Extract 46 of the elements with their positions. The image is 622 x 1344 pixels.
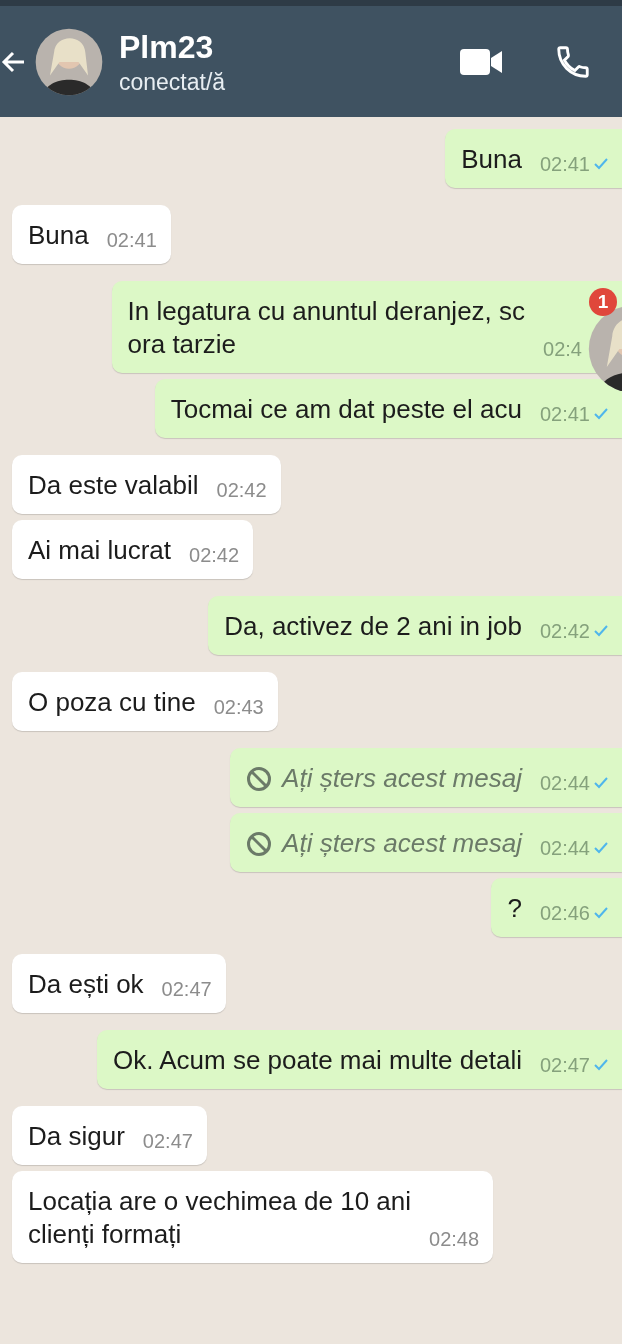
message-text: Locația are o vechimea de 10 ani clienți formați	[28, 1185, 412, 1251]
received-message-bubble[interactable]: Da este valabil 02:42	[12, 455, 281, 514]
sent-message-bubble[interactable]: Tocmai ce am dat peste el acu 02:41	[154, 379, 622, 438]
message-time: 02:44	[539, 836, 590, 860]
message-time: 02:41	[106, 228, 157, 252]
message-text: Buna	[28, 219, 89, 252]
sent-message-bubble[interactable]: Buna 02:41	[445, 129, 622, 188]
message-time: 02:47	[142, 1129, 193, 1153]
received-message-bubble[interactable]: Da sigur 02:47	[12, 1106, 207, 1165]
sent-message-bubble[interactable]: ? 02:46	[491, 878, 622, 937]
message-text: Ok. Acum se poate mai multe detali	[112, 1044, 522, 1077]
message-time: 02:41	[539, 402, 590, 426]
message-time: 02:48	[429, 1227, 480, 1251]
message-text: Buna	[461, 143, 522, 176]
message-text: Da ești ok	[28, 968, 144, 1001]
message-time: 02:42	[216, 478, 267, 502]
received-message-bubble[interactable]: Ai mai lucrat 02:42	[12, 520, 254, 579]
sent-message-bubble[interactable]: Ați șters acest mesaj 02:44	[230, 813, 622, 872]
received-message-bubble[interactable]: Da ești ok 02:47	[12, 954, 226, 1013]
message-text: Da sigur	[28, 1120, 125, 1153]
message-text: Ai mai lucrat	[28, 534, 172, 567]
message-text: ?	[507, 892, 522, 925]
message-time: 02:42	[539, 619, 590, 643]
message-text: O poza cu tine	[28, 686, 196, 719]
message-text: Tocmai ce am dat peste el acu	[170, 393, 522, 426]
received-message-bubble[interactable]: Buna 02:41	[12, 205, 171, 264]
message-text: Da este valabil	[28, 469, 199, 502]
message-text: Da, activez de 2 ani in job	[224, 610, 522, 643]
received-message-bubble[interactable]: Locația are o vechimea de 10 ani clienți formați 02:48	[12, 1171, 494, 1263]
message-time: 02:4	[543, 337, 582, 361]
sent-message-bubble[interactable]: Da, activez de 2 ani in job 02:42	[208, 596, 622, 655]
message-time: 02:46	[539, 901, 590, 925]
contact-name[interactable]: Plm23	[119, 26, 405, 67]
message-text: Ați șters acest mesaj	[282, 762, 522, 795]
message-time: 02:41	[539, 152, 590, 176]
contact-status: conectat/ă	[119, 67, 227, 97]
sent-message-bubble[interactable]: Ați șters acest mesaj 02:44	[230, 748, 622, 807]
message-time: 02:44	[539, 771, 590, 795]
message-text: Ați șters acest mesaj	[282, 827, 522, 860]
sent-message-bubble[interactable]: Ok. Acum se poate mai multe detali 02:47	[96, 1030, 622, 1089]
message-time: 02:42	[189, 543, 240, 567]
received-message-bubble[interactable]: O poza cu tine 02:43	[12, 672, 278, 731]
message-time: 02:47	[539, 1053, 590, 1077]
message-text: In legatura cu anuntul deranjez, sc ora tarzie	[127, 295, 526, 361]
message-time: 02:47	[161, 977, 212, 1001]
message-time: 02:43	[213, 695, 264, 719]
